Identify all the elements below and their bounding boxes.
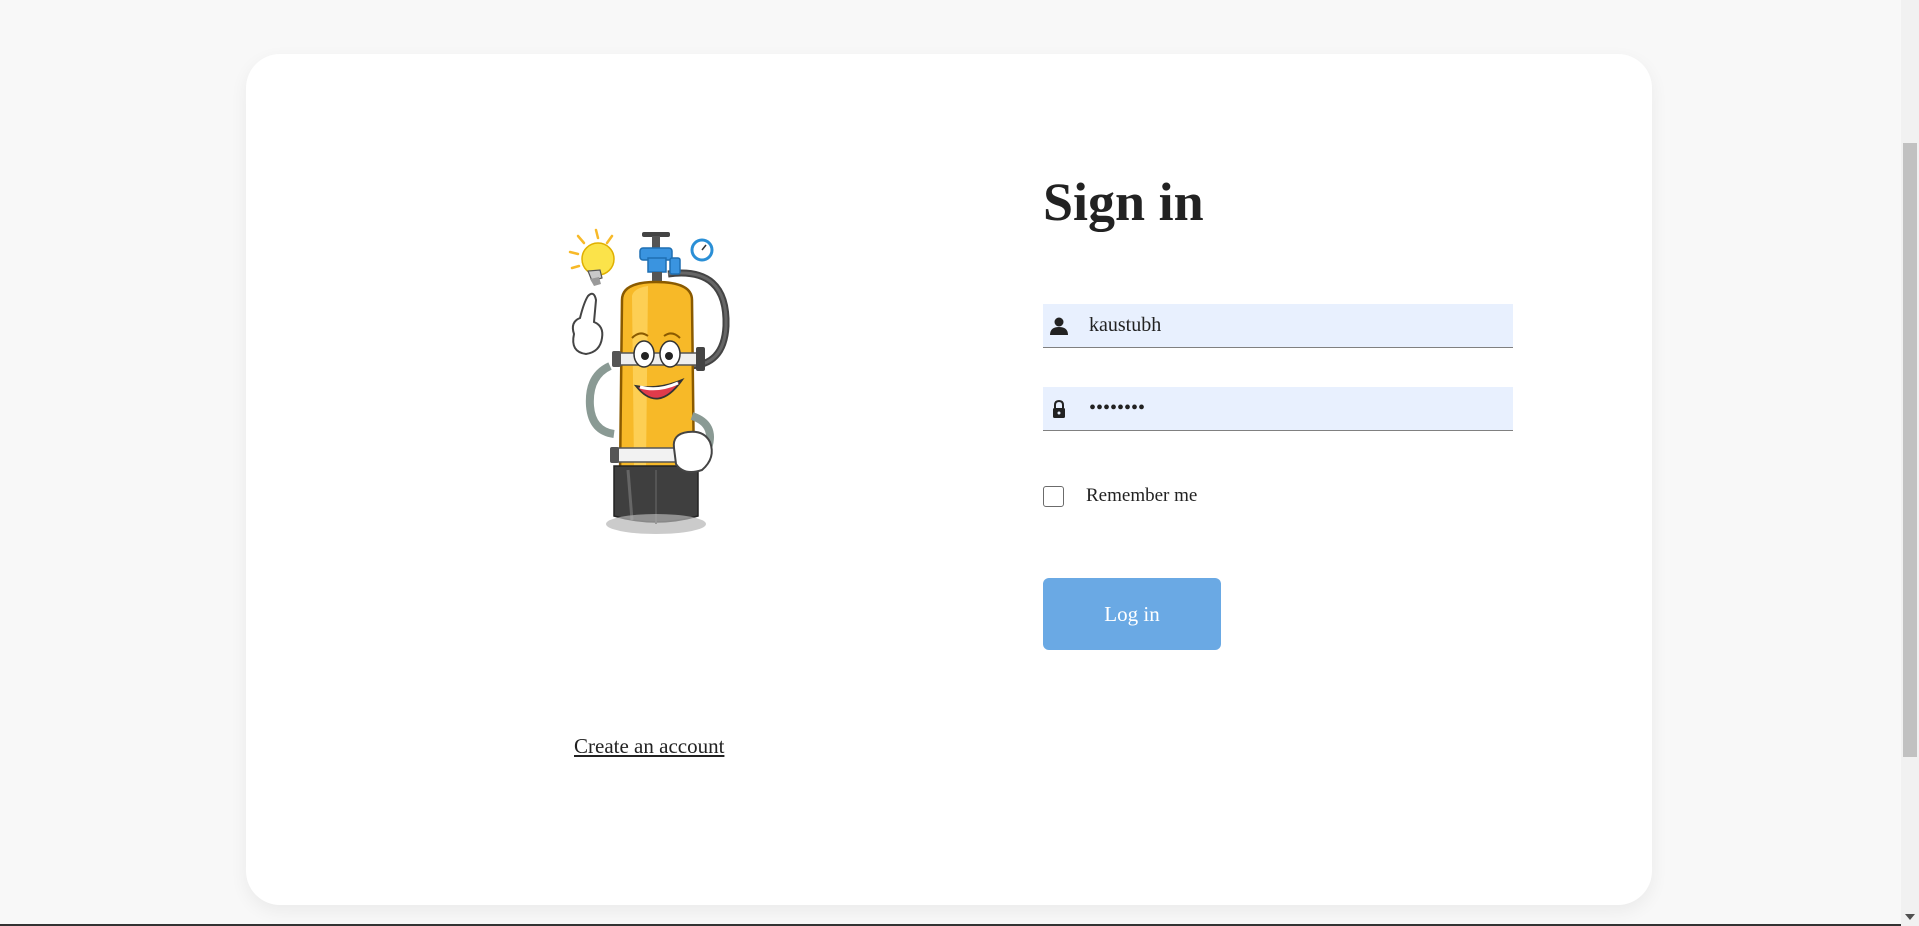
create-account-link[interactable]: Create an account (574, 734, 724, 759)
username-field[interactable] (1043, 304, 1513, 348)
password-field[interactable] (1043, 387, 1513, 431)
login-card (246, 54, 1652, 905)
login-button[interactable]: Log in (1043, 578, 1221, 650)
user-icon (1050, 317, 1068, 335)
light-bulb-icon (568, 228, 615, 286)
scroll-down-arrow-icon[interactable] (1905, 914, 1915, 920)
remember-me-checkbox[interactable] (1043, 485, 1064, 507)
username-input[interactable] (1089, 304, 1499, 346)
remember-me-row: Remember me (1043, 484, 1197, 508)
password-input[interactable] (1089, 387, 1499, 429)
lock-icon (1053, 399, 1065, 418)
remember-me-label[interactable]: Remember me (1086, 485, 1197, 507)
scuba-tank-mascot-illustration (568, 228, 730, 534)
scrollbar-thumb[interactable] (1903, 143, 1917, 757)
raised-hand-icon (571, 292, 604, 356)
page: Create an account Sign in Remember me Lo… (0, 0, 1919, 926)
vertical-scrollbar[interactable] (1901, 0, 1919, 926)
page-title: Sign in (1043, 172, 1204, 232)
